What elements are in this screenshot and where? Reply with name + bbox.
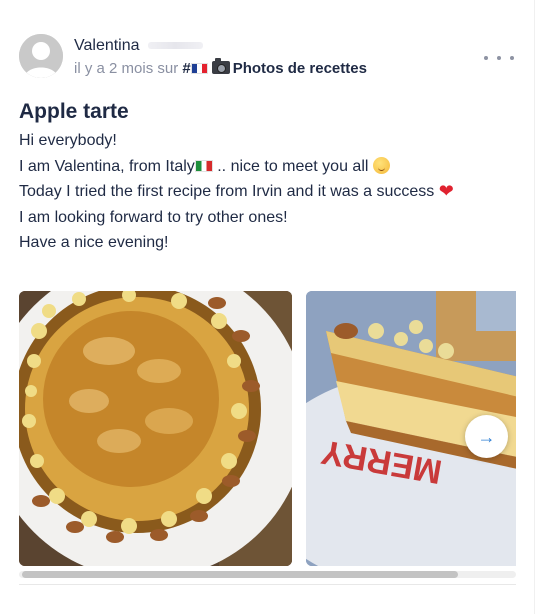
gallery-photo-tart-top[interactable] — [19, 291, 292, 566]
heart-icon: ❤ — [438, 181, 454, 201]
arrow-right-icon: → — [477, 426, 496, 447]
author-name[interactable]: Valentina — [74, 37, 203, 55]
post-line: Hi everybody! — [19, 132, 117, 149]
post-meta: il y a 2 mois sur # Photos de recettes — [74, 58, 367, 77]
post-title: Apple tarte — [19, 100, 129, 123]
post-line: I am Valentina, from Italy .. nice to me… — [19, 154, 539, 180]
author-name-text: Valentina — [74, 37, 140, 54]
more-horizontal-icon — [484, 56, 488, 60]
user-placeholder-icon — [19, 34, 63, 78]
post-body: Hi everybody! I am Valentina, from Italy… — [19, 128, 539, 256]
post-divider — [19, 584, 516, 585]
post-line: I am looking forward to try other ones! — [19, 208, 288, 226]
post-line-text: .. nice to meet you all — [217, 157, 369, 175]
more-dot — [510, 56, 514, 60]
post-line-text: Today I tried the first recipe from Irvi… — [19, 183, 435, 200]
more-dot — [497, 56, 501, 60]
channel-link[interactable]: Photos de recettes — [233, 60, 367, 77]
italy-flag-icon — [194, 159, 213, 172]
post-line: Have a nice evening! — [19, 234, 169, 251]
author-surname-redacted — [147, 42, 203, 50]
more-options-button[interactable] — [484, 48, 514, 68]
gallery-scrollbar-thumb[interactable] — [22, 571, 458, 578]
relieved-face-icon — [372, 156, 390, 174]
france-flag-icon — [190, 63, 208, 74]
recipe-post: Valentina il y a 2 mois sur # Photos de r… — [0, 0, 556, 614]
panel-edge — [534, 0, 535, 614]
avatar[interactable] — [19, 34, 63, 78]
camera-icon — [211, 58, 230, 74]
gallery-next-button[interactable]: → — [465, 415, 508, 458]
post-line-text: I am Valentina, from Italy — [19, 157, 195, 175]
post-time: il y a 2 mois sur — [74, 60, 179, 77]
channel-hashtag[interactable]: # — [182, 60, 190, 77]
post-line: Today I tried the first recipe from Irvi… — [19, 179, 539, 205]
tart-top-image — [19, 291, 292, 566]
photo-gallery[interactable]: MERRY — [19, 291, 516, 566]
